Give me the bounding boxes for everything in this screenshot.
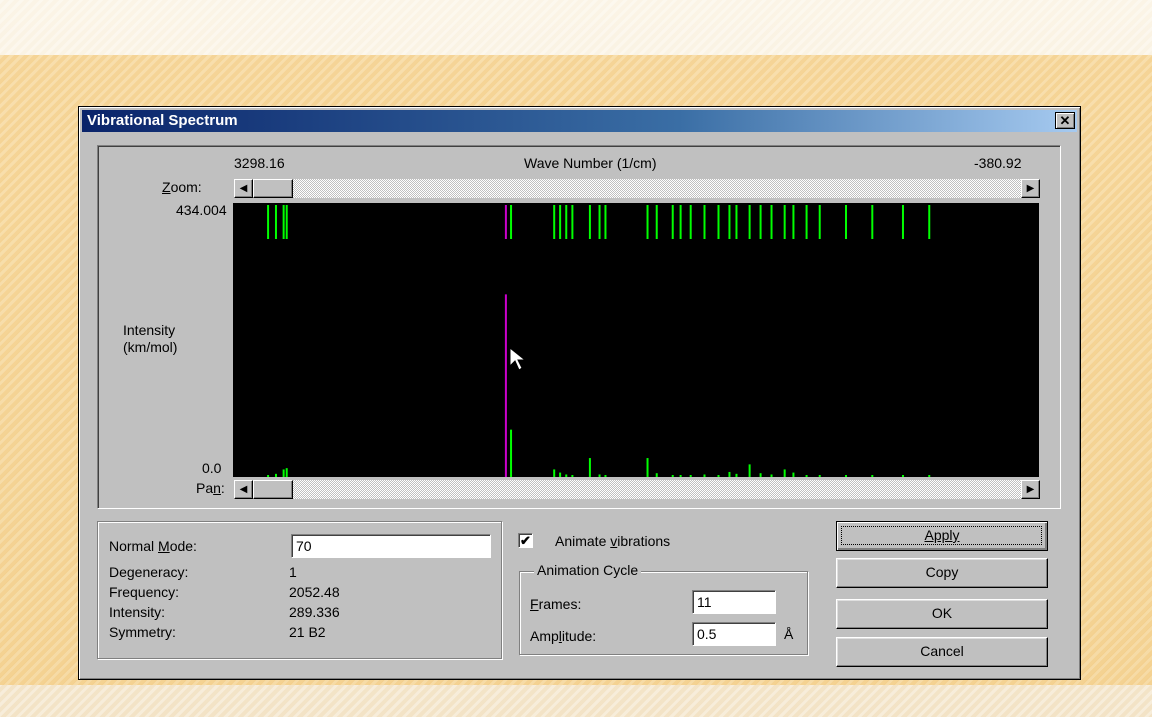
y-axis-max-value: 434.004 — [176, 202, 227, 218]
amplitude-unit: Å — [784, 626, 794, 642]
zoom-label: Zoom: — [162, 179, 202, 195]
frequency-value: 2052.48 — [289, 584, 340, 600]
y-axis-title-line1: Intensity — [123, 322, 176, 338]
zoom-right-arrow-icon[interactable]: ▶ — [1021, 179, 1040, 198]
ok-button-label: OK — [931, 605, 953, 621]
zoom-label-text: oom: — [170, 179, 202, 195]
zoom-scroll-thumb[interactable] — [253, 179, 293, 198]
frames-label: Frames: — [530, 596, 582, 612]
animation-cycle-group: Animation Cycle Frames: 11 Amplitude: 0.… — [519, 562, 808, 655]
zoom-scrollbar[interactable]: ◀ ▶ — [234, 179, 1040, 198]
cancel-button-label: Cancel — [920, 643, 964, 659]
y-axis-title-line2: (km/mol) — [123, 339, 178, 355]
pan-label: Pan: — [196, 480, 225, 496]
normal-mode-input[interactable]: 70 — [291, 534, 491, 558]
symmetry-label: Symmetry: — [109, 624, 176, 640]
title-bar[interactable]: Vibrational Spectrum — [82, 110, 1077, 132]
frames-input[interactable]: 11 — [692, 590, 776, 614]
ok-button[interactable]: OK — [836, 599, 1048, 629]
zoom-left-arrow-icon[interactable]: ◀ — [234, 179, 253, 198]
copy-button-label: Copy — [925, 564, 959, 580]
pan-scrollbar[interactable]: ◀ ▶ — [234, 480, 1040, 499]
pan-label-text: Pa — [196, 480, 214, 496]
pan-scroll-thumb[interactable] — [253, 480, 293, 499]
degeneracy-value: 1 — [289, 564, 297, 580]
degeneracy-label: Degeneracy: — [109, 564, 189, 580]
focus-ring — [841, 526, 1042, 545]
x-axis-title: Wave Number (1/cm) — [524, 155, 657, 171]
intensity-label: Intensity: — [109, 604, 166, 620]
vibrational-spectrum-dialog: Vibrational Spectrum ✕ 3298.16 Wave Numb… — [78, 106, 1081, 680]
animate-vibrations-checkbox[interactable]: ✔ — [518, 533, 533, 548]
symmetry-value: 21 B2 — [289, 624, 326, 640]
window-title: Vibrational Spectrum — [87, 112, 238, 129]
mouse-cursor-icon — [509, 347, 527, 371]
intensity-value: 289.336 — [289, 604, 340, 620]
pan-left-arrow-icon[interactable]: ◀ — [234, 480, 253, 499]
normal-mode-label: Normal Mode: — [109, 538, 197, 554]
amplitude-input[interactable]: 0.5 — [692, 622, 776, 646]
spectrum-plot[interactable] — [233, 203, 1039, 477]
mode-info-group: Normal Mode: 70 Degeneracy: 1 Frequency:… — [97, 521, 502, 659]
copy-button[interactable]: Copy — [836, 558, 1048, 588]
x-axis-left-value: 3298.16 — [234, 155, 285, 171]
x-axis-right-value: -380.92 — [974, 155, 1022, 171]
frequency-label: Frequency: — [109, 584, 180, 600]
pan-right-arrow-icon[interactable]: ▶ — [1021, 480, 1040, 499]
y-axis-min-value: 0.0 — [202, 460, 222, 476]
amplitude-label: Amplitude: — [530, 628, 597, 644]
close-icon: ✕ — [1059, 113, 1071, 128]
animation-cycle-title: Animation Cycle — [534, 562, 642, 578]
animate-vibrations-label[interactable]: Animate vibrations — [555, 533, 670, 549]
close-button[interactable]: ✕ — [1055, 112, 1075, 129]
apply-button[interactable]: Apply — [836, 521, 1048, 551]
cancel-button[interactable]: Cancel — [836, 637, 1048, 667]
